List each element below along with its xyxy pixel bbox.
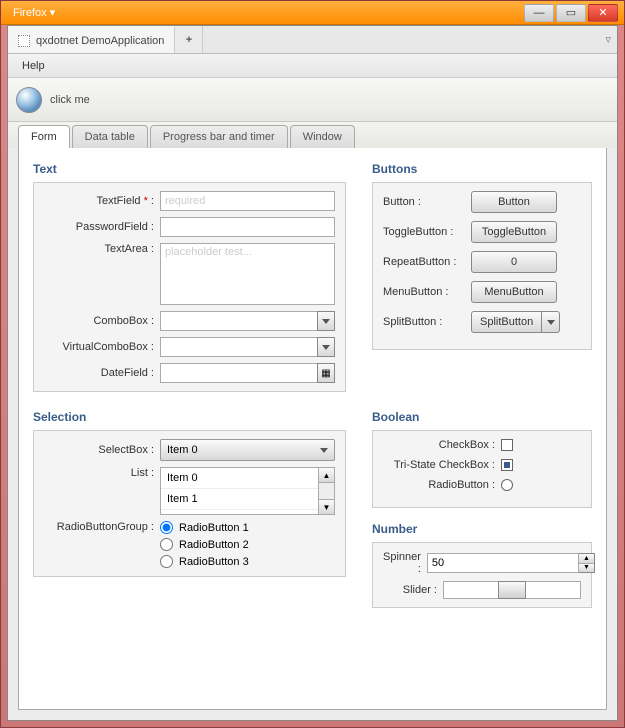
passwordfield-label: PasswordField : bbox=[44, 221, 154, 233]
radiobutton-1[interactable]: RadioButton 1 bbox=[160, 521, 249, 534]
slider-track[interactable] bbox=[443, 581, 581, 599]
number-group-title: Number bbox=[372, 522, 592, 536]
repeat-button[interactable]: 0 bbox=[471, 251, 557, 273]
datefield-label: DateField : bbox=[44, 367, 154, 379]
passwordfield-input[interactable] bbox=[160, 217, 335, 237]
checkbox-label: CheckBox : bbox=[383, 439, 501, 451]
globe-icon[interactable] bbox=[16, 87, 42, 113]
virtualcombobox-input[interactable] bbox=[160, 337, 317, 357]
combobox-input[interactable] bbox=[160, 311, 317, 331]
new-tab-button[interactable]: + bbox=[175, 26, 203, 53]
spinner-label: Spinner : bbox=[383, 551, 421, 575]
button[interactable]: Button bbox=[471, 191, 557, 213]
checkbox[interactable] bbox=[501, 439, 513, 451]
listbox[interactable]: Item 0 Item 1 bbox=[160, 467, 319, 515]
radiobutton-label: RadioButton : bbox=[383, 479, 501, 491]
list-item[interactable]: Item 1 bbox=[161, 489, 318, 510]
combobox-drop-icon[interactable] bbox=[317, 311, 335, 331]
tristate-checkbox-label: Tri-State CheckBox : bbox=[383, 459, 501, 471]
tab-window[interactable]: Window bbox=[290, 125, 355, 148]
selectbox[interactable]: Item 0 bbox=[160, 439, 335, 461]
textfield-label: TextField * : bbox=[44, 195, 154, 207]
spinner-input[interactable] bbox=[427, 553, 579, 573]
text-group-title: Text bbox=[33, 162, 346, 176]
radiobuttongroup-label: RadioButtonGroup : bbox=[44, 521, 154, 533]
tab-overflow-icon[interactable]: ▿ bbox=[605, 33, 611, 46]
firefox-titlebar: Firefox ▾ — ▭ ✕ bbox=[1, 1, 624, 25]
combobox-label: ComboBox : bbox=[44, 315, 154, 327]
buttons-group-title: Buttons bbox=[372, 162, 592, 176]
selection-group-title: Selection bbox=[33, 410, 346, 424]
selectbox-value: Item 0 bbox=[167, 444, 198, 456]
spinner-up-icon[interactable]: ▲ bbox=[579, 554, 594, 564]
radiobutton-2[interactable]: RadioButton 2 bbox=[160, 538, 249, 551]
list-item[interactable]: Item 0 bbox=[161, 468, 318, 489]
slider-thumb[interactable] bbox=[498, 581, 526, 599]
calendar-icon[interactable]: ▦ bbox=[317, 363, 335, 383]
tristate-checkbox[interactable] bbox=[501, 459, 513, 471]
boolean-group-title: Boolean bbox=[372, 410, 592, 424]
tab-title: qxdotnet DemoApplication bbox=[36, 35, 164, 47]
toggle-button[interactable]: ToggleButton bbox=[471, 221, 557, 243]
maximize-button[interactable]: ▭ bbox=[556, 4, 586, 22]
repeatbutton-label: RepeatButton : bbox=[383, 256, 471, 268]
chevron-down-icon bbox=[320, 448, 328, 453]
selectbox-label: SelectBox : bbox=[44, 444, 154, 456]
browser-name[interactable]: Firefox ▾ bbox=[7, 3, 61, 22]
scroll-down-icon[interactable]: ▼ bbox=[319, 499, 334, 514]
splitbutton-label: SplitButton : bbox=[383, 316, 471, 328]
list-scrollbar[interactable]: ▲ ▼ bbox=[319, 467, 335, 515]
radiobutton[interactable] bbox=[501, 479, 513, 491]
virtualcombobox-label: VirtualComboBox : bbox=[44, 341, 154, 353]
datefield-input[interactable] bbox=[160, 363, 317, 383]
click-me-label[interactable]: click me bbox=[50, 94, 90, 106]
textfield-input[interactable] bbox=[160, 191, 335, 211]
radiobutton-3[interactable]: RadioButton 3 bbox=[160, 555, 249, 568]
tab-favicon bbox=[18, 35, 30, 47]
menu-button[interactable]: MenuButton bbox=[471, 281, 557, 303]
tab-form[interactable]: Form bbox=[18, 125, 70, 148]
browser-tab[interactable]: qxdotnet DemoApplication bbox=[8, 26, 175, 53]
split-button-drop-icon[interactable] bbox=[542, 311, 560, 333]
textarea-label: TextArea : bbox=[44, 243, 154, 255]
slider-label: Slider : bbox=[383, 584, 437, 596]
button-label: Button : bbox=[383, 196, 471, 208]
virtualcombobox-drop-icon[interactable] bbox=[317, 337, 335, 357]
close-button[interactable]: ✕ bbox=[588, 4, 618, 22]
textarea-input[interactable] bbox=[160, 243, 335, 305]
minimize-button[interactable]: — bbox=[524, 4, 554, 22]
togglebutton-label: ToggleButton : bbox=[383, 226, 471, 238]
split-button[interactable]: SplitButton bbox=[471, 311, 542, 333]
tab-data-table[interactable]: Data table bbox=[72, 125, 148, 148]
spinner-down-icon[interactable]: ▼ bbox=[579, 564, 594, 573]
scroll-up-icon[interactable]: ▲ bbox=[319, 468, 334, 483]
menubutton-label: MenuButton : bbox=[383, 286, 471, 298]
tab-progress[interactable]: Progress bar and timer bbox=[150, 125, 288, 148]
list-label: List : bbox=[44, 467, 154, 479]
menubar: Help bbox=[8, 54, 617, 78]
help-menu[interactable]: Help bbox=[14, 57, 53, 75]
